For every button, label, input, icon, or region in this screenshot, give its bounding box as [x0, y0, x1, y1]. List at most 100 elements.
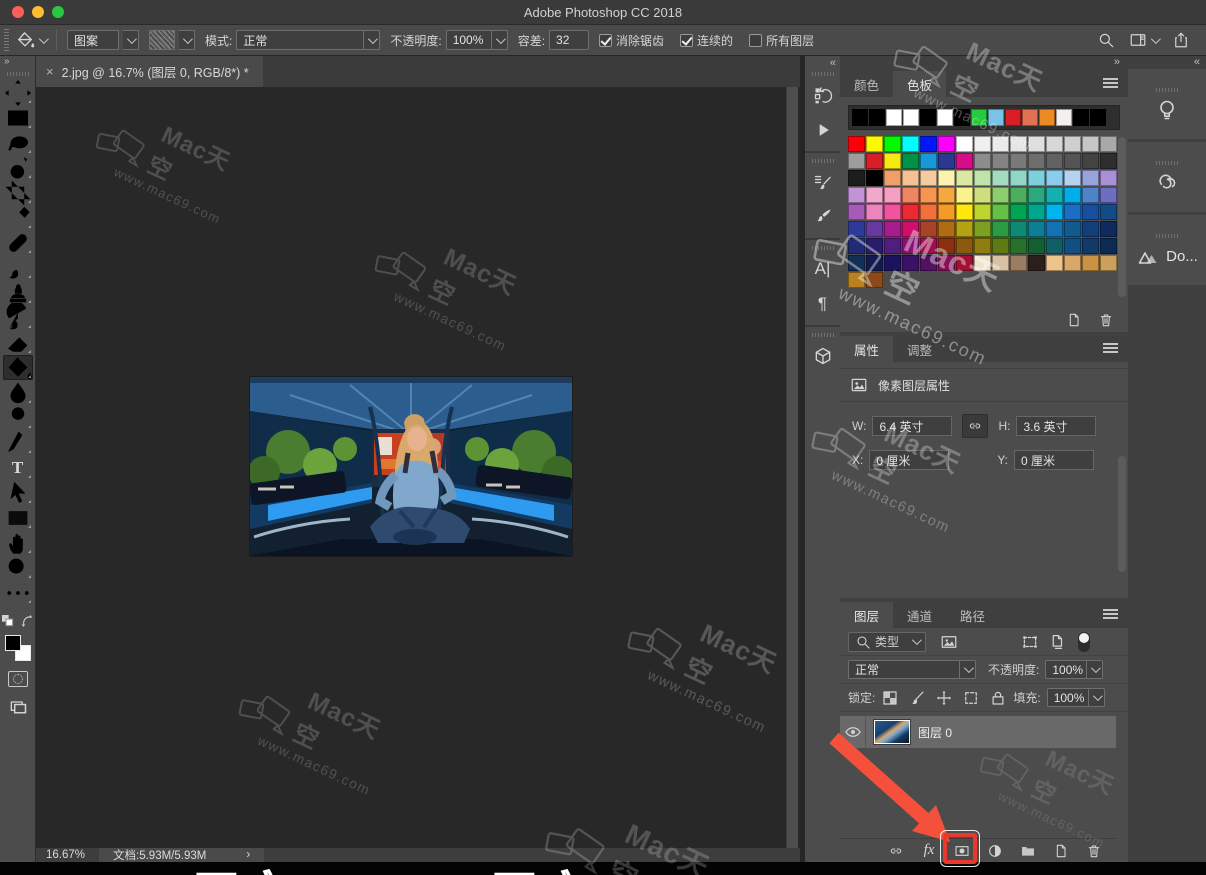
lock-position-icon[interactable]: [935, 689, 953, 707]
color-swatch[interactable]: [956, 136, 973, 152]
pattern-picker[interactable]: [149, 30, 195, 50]
color-swatch[interactable]: [1064, 153, 1081, 169]
color-swatch[interactable]: [848, 204, 865, 220]
color-swatch[interactable]: [1100, 221, 1117, 237]
color-swatch[interactable]: [974, 221, 991, 237]
color-swatch[interactable]: [1082, 136, 1099, 152]
color-swatch[interactable]: [938, 187, 955, 203]
kind-adjustment-icon[interactable]: [967, 633, 985, 651]
tool-history-brush[interactable]: [3, 302, 33, 330]
color-swatch[interactable]: [974, 238, 991, 254]
color-swatch[interactable]: [956, 187, 973, 203]
color-swatch[interactable]: [1046, 187, 1063, 203]
drag-handle[interactable]: [811, 333, 834, 337]
color-swatch[interactable]: [902, 238, 919, 254]
expand-dock-icon[interactable]: «: [805, 56, 840, 70]
color-swatch[interactable]: [848, 187, 865, 203]
color-swatch[interactable]: [992, 238, 1009, 254]
drag-handle[interactable]: [811, 159, 834, 163]
paint-bucket-tool-preset-icon[interactable]: [15, 30, 35, 50]
kind-image-icon[interactable]: [940, 633, 958, 651]
tool-hand[interactable]: [3, 530, 33, 555]
color-swatch[interactable]: [956, 255, 973, 271]
color-swatch[interactable]: [866, 187, 883, 203]
color-swatch[interactable]: [1046, 136, 1063, 152]
color-swatch[interactable]: [1010, 238, 1027, 254]
color-swatch[interactable]: [1046, 221, 1063, 237]
tool-type[interactable]: T: [3, 455, 33, 480]
lock-pixels-icon[interactable]: [908, 689, 926, 707]
color-swatch[interactable]: [1010, 255, 1027, 271]
color-swatch[interactable]: [1082, 170, 1099, 186]
color-swatch[interactable]: [938, 204, 955, 220]
color-swatch[interactable]: [1100, 238, 1117, 254]
color-swatch[interactable]: [848, 255, 865, 271]
color-swatch[interactable]: [1046, 204, 1063, 220]
color-swatch[interactable]: [1010, 136, 1027, 152]
layer-row[interactable]: 图层 0: [840, 716, 1116, 748]
color-swatch[interactable]: [866, 153, 883, 169]
panel-menu-icon[interactable]: [1103, 78, 1118, 80]
rail-panel-mountains[interactable]: Do...: [1128, 215, 1206, 285]
checkbox-icon[interactable]: [749, 33, 763, 47]
layers-tab-图层[interactable]: 图层: [840, 602, 894, 628]
panel-icon-history[interactable]: [805, 80, 840, 110]
color-swatch[interactable]: [1010, 153, 1027, 169]
layers-adjustment-button[interactable]: [985, 842, 1005, 860]
options-drag-handle[interactable]: [4, 29, 9, 51]
lock-transparent-icon[interactable]: [881, 689, 899, 707]
rail-panel-lightbulb[interactable]: [1128, 69, 1206, 139]
panel-icon-paragraph[interactable]: ¶: [805, 289, 840, 319]
zoom-window-button[interactable]: [52, 6, 64, 18]
drag-handle[interactable]: [6, 72, 29, 76]
tool-lasso[interactable]: [3, 130, 33, 155]
color-swatch[interactable]: [1064, 136, 1081, 152]
color-swatch[interactable]: [956, 153, 973, 169]
opacity-dropdown[interactable]: 100%: [445, 30, 508, 50]
color-swatch[interactable]: [866, 170, 883, 186]
status-chevron-icon[interactable]: ›: [246, 849, 250, 861]
tool-rectangle[interactable]: [3, 505, 33, 530]
color-swatch[interactable]: [1082, 221, 1099, 237]
color-swatch[interactable]: [974, 170, 991, 186]
kind-type-icon[interactable]: [994, 633, 1012, 651]
filter-toggle-switch[interactable]: [1078, 631, 1090, 652]
height-field[interactable]: 3.6 英寸: [1016, 416, 1097, 436]
tool-pen[interactable]: [3, 430, 33, 455]
panel-icon-3d[interactable]: [805, 341, 840, 371]
tool-spot-healing[interactable]: [3, 230, 33, 255]
zoom-level-field[interactable]: 16.67%: [36, 849, 99, 861]
color-swatch[interactable]: [866, 221, 883, 237]
tool-path-selection[interactable]: [3, 480, 33, 505]
color-swatch[interactable]: [848, 153, 865, 169]
tool-clone-stamp[interactable]: [3, 280, 33, 305]
panel-icon-actions[interactable]: [805, 115, 840, 145]
layers-delete-button[interactable]: [1084, 842, 1104, 860]
color-swatch[interactable]: [902, 136, 919, 152]
color-swatch[interactable]: [1082, 255, 1099, 271]
properties-tab-调整[interactable]: 调整: [893, 336, 947, 362]
color-swatch[interactable]: [1010, 187, 1027, 203]
layer-visibility-toggle[interactable]: [840, 716, 866, 748]
close-tab-icon[interactable]: ×: [46, 64, 54, 79]
color-swatch[interactable]: [884, 255, 901, 271]
color-swatch[interactable]: [1010, 221, 1027, 237]
document-tab[interactable]: × 2.jpg @ 16.7% (图层 0, RGB/8*) *: [36, 56, 263, 87]
panel-icon-character[interactable]: A|: [805, 254, 840, 284]
color-swatch[interactable]: [938, 238, 955, 254]
drag-handle[interactable]: [811, 72, 834, 76]
checkbox-消除锯齿[interactable]: 消除锯齿: [599, 32, 664, 49]
color-swatch[interactable]: [848, 238, 865, 254]
recent-swatch[interactable]: [937, 109, 953, 126]
chevron-down-icon[interactable]: [1150, 33, 1161, 44]
color-swatch[interactable]: [938, 170, 955, 186]
color-swatch[interactable]: [1064, 187, 1081, 203]
checkbox-所有图层[interactable]: 所有图层: [749, 32, 814, 49]
recent-swatch[interactable]: [903, 109, 919, 126]
color-swatch[interactable]: [920, 153, 937, 169]
color-swatch[interactable]: [1082, 238, 1099, 254]
color-swatch[interactable]: [902, 187, 919, 203]
recent-swatch[interactable]: [1005, 109, 1021, 126]
color-swatch[interactable]: [938, 136, 955, 152]
color-swatch[interactable]: [974, 136, 991, 152]
